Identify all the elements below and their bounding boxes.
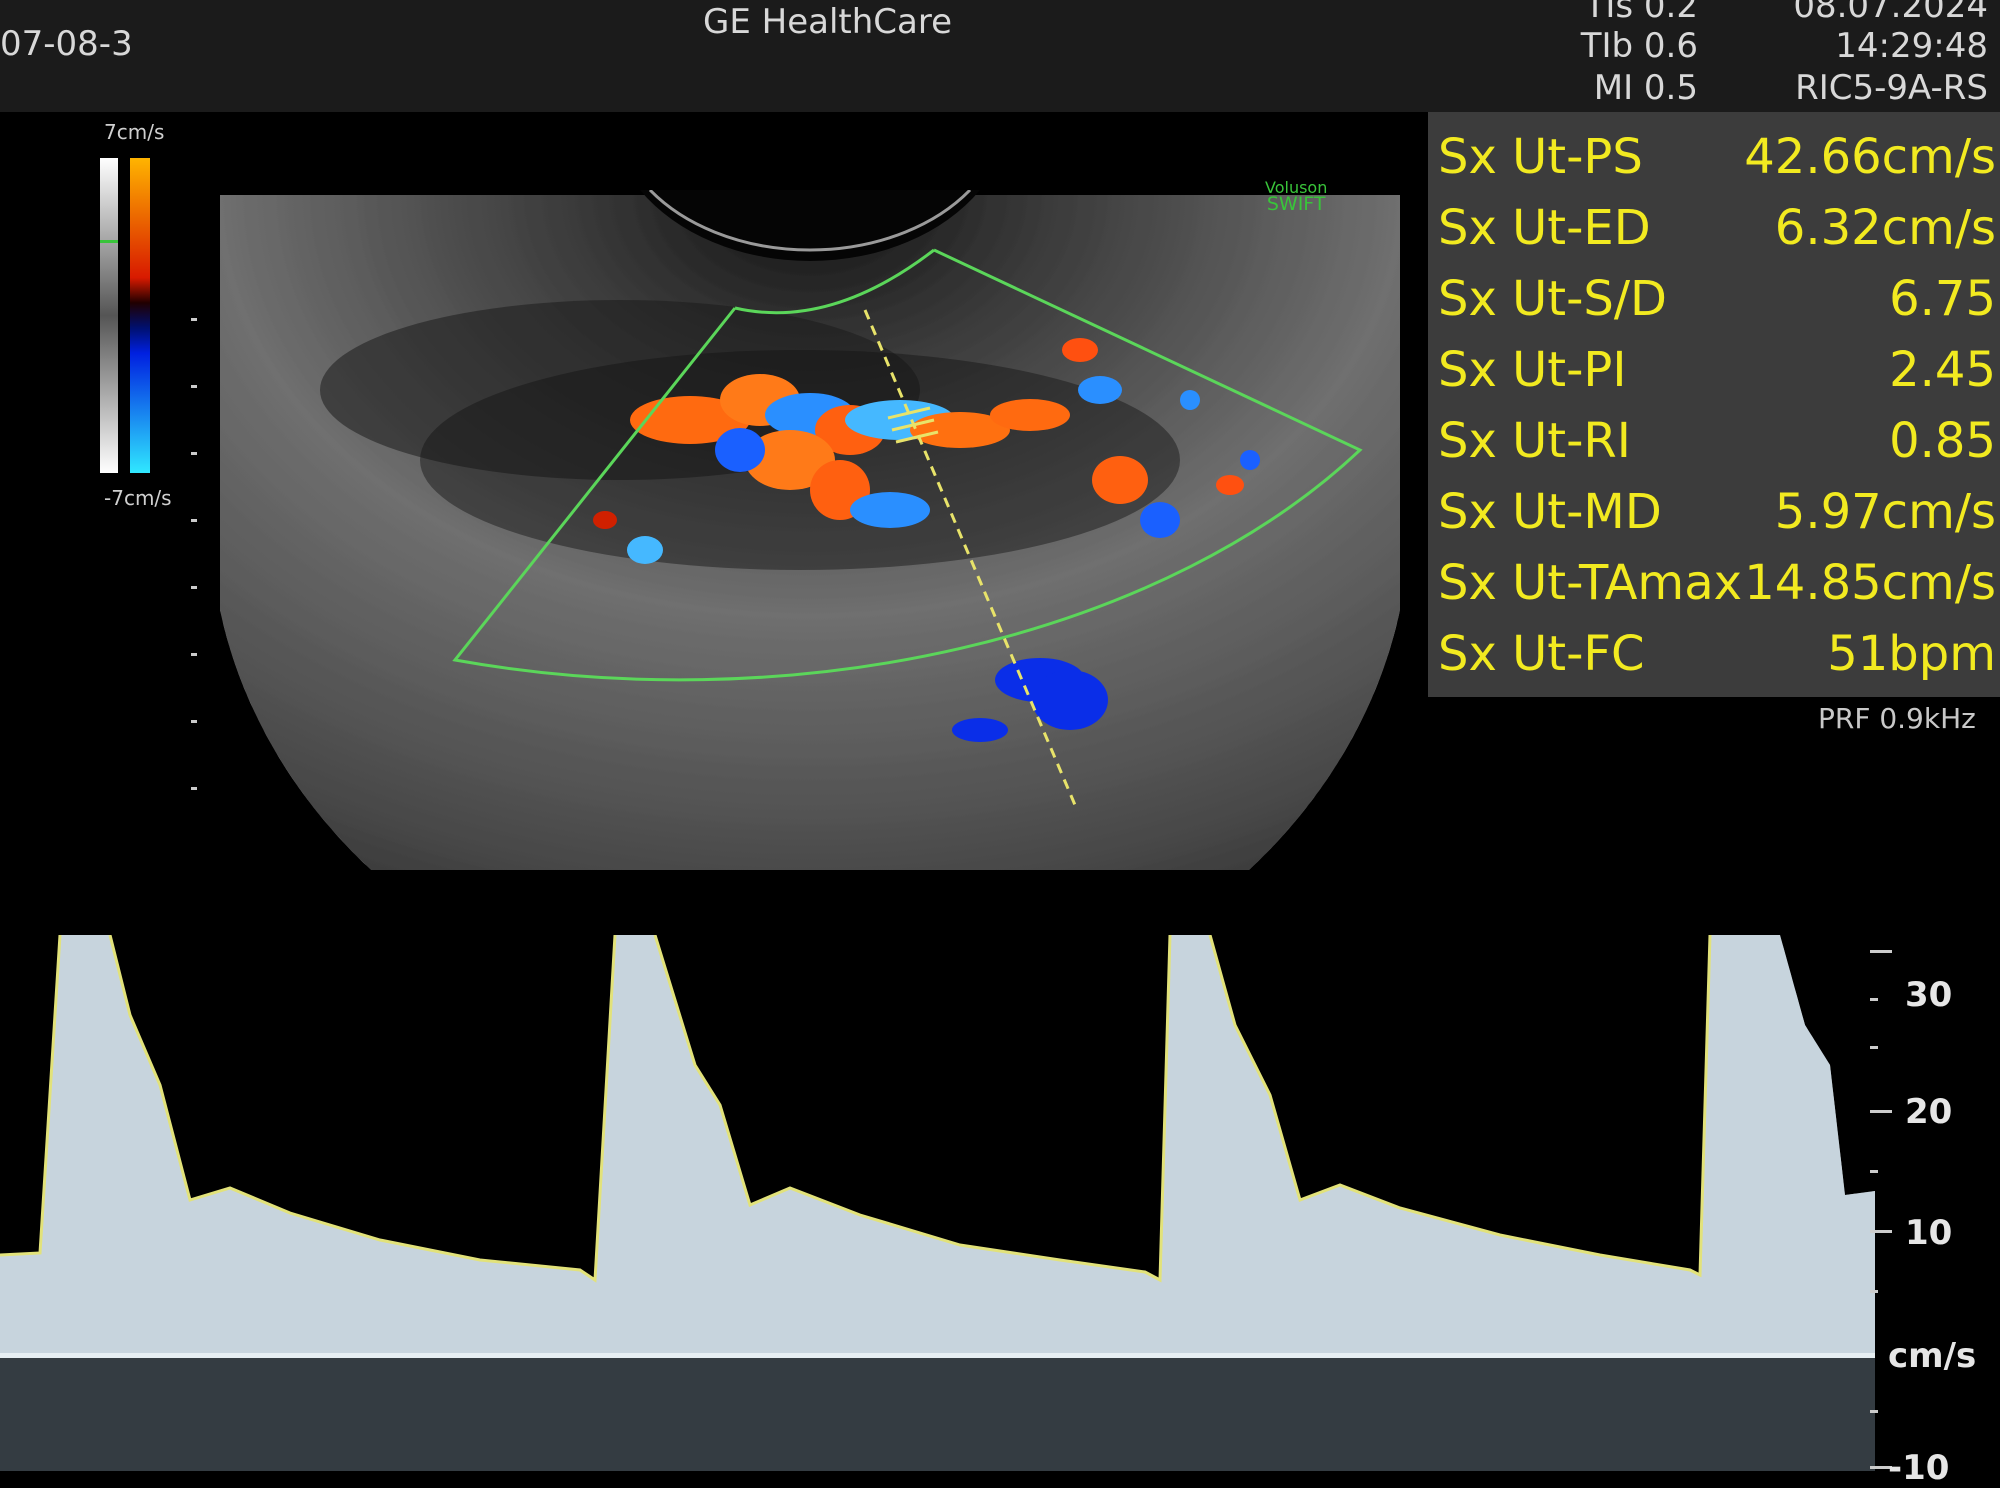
- velocity-label-30: 30: [1905, 975, 1953, 1015]
- measurement-value: 2.45: [1889, 342, 1996, 398]
- spectrum-fill: [0, 935, 1875, 1355]
- measurement-label: Sx Ut-MD: [1438, 484, 1662, 540]
- velocity-label-20: 20: [1905, 1092, 1953, 1132]
- measurement-value: 6.32cm/s: [1774, 200, 1996, 256]
- velocity-axis-ticks: [1870, 950, 1892, 1469]
- color-scale-max: 7cm/s: [104, 120, 165, 144]
- manufacturer-label: GE HealthCare: [703, 2, 953, 42]
- color-scale-min: -7cm/s: [104, 486, 172, 510]
- measurement-value: 5.97cm/s: [1774, 484, 1996, 540]
- measurement-value: 51bpm: [1827, 626, 1996, 682]
- tib-readout: TIb 0.6: [1580, 26, 1698, 66]
- mi-readout: MI 0.5: [1593, 68, 1698, 108]
- measurement-label: Sx Ut-S/D: [1438, 271, 1668, 327]
- below-baseline-noise: [0, 1358, 1875, 1471]
- measurement-value: 14.85cm/s: [1744, 555, 1996, 611]
- probe-name: RIC5-9A-RS: [1795, 68, 1988, 108]
- vendor-logo: Voluson SWIFT: [1265, 178, 1328, 215]
- measurement-label: Sx Ut-RI: [1438, 413, 1631, 469]
- velocity-unit-label: cm/s: [1888, 1336, 1977, 1376]
- velocity-label-minus10: -10: [1888, 1448, 1950, 1488]
- measurement-label: Sx Ut-FC: [1438, 626, 1645, 682]
- ultrasound-image[interactable]: [200, 190, 1430, 870]
- tis-readout: TIs 0.2: [1584, 0, 1698, 26]
- exam-time: 14:29:48: [1835, 26, 1988, 66]
- measurement-value: 42.66cm/s: [1744, 129, 1996, 185]
- exam-date: 08.07.2024: [1793, 0, 1988, 26]
- spectral-doppler-trace[interactable]: [0, 935, 1875, 1471]
- measurement-value: 0.85: [1889, 413, 1996, 469]
- measurement-label: Sx Ut-PS: [1438, 129, 1643, 185]
- measurement-label: Sx Ut-ED: [1438, 200, 1651, 256]
- baseline: [0, 1353, 1875, 1358]
- color-velocity-bar: [100, 158, 150, 473]
- patient-id: 07-08-3: [0, 24, 133, 64]
- measurement-label: Sx Ut-PI: [1438, 342, 1627, 398]
- measurement-value: 6.75: [1889, 271, 1996, 327]
- velocity-label-10: 10: [1905, 1213, 1953, 1253]
- prf-readout: PRF 0.9kHz: [1818, 702, 1976, 735]
